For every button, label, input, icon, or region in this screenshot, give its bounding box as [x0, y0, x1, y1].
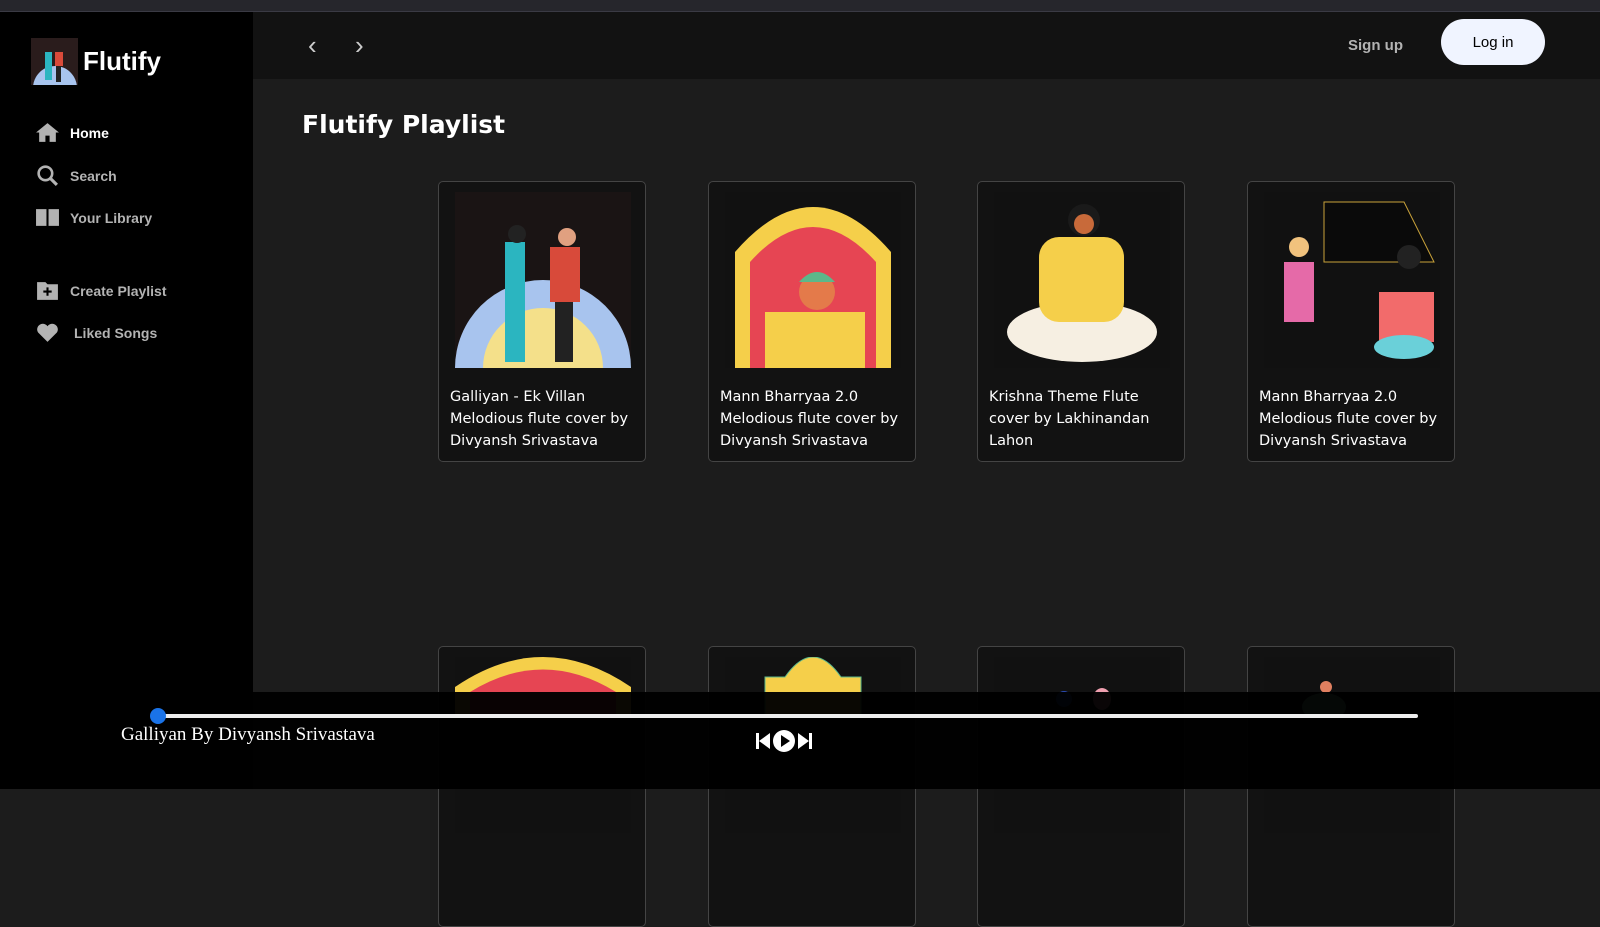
- sidebar-item-home[interactable]: Home: [35, 120, 109, 145]
- cover-art: [994, 192, 1170, 368]
- search-icon: [37, 165, 58, 186]
- card-title: Krishna Theme Flute cover by Lakhinandan…: [989, 389, 1150, 449]
- playlist-card[interactable]: Krishna Theme Flute cover by Lakhinandan…: [977, 181, 1185, 462]
- card-title: Mann Bharryaa 2.0 Melodious flute cover …: [1259, 389, 1438, 449]
- sidebar: Flutify Home Search Your Library Create …: [0, 12, 253, 789]
- playlist-card[interactable]: Mann Bharryaa 2.0 Melodious flute cover …: [708, 181, 916, 462]
- logo[interactable]: Flutify: [31, 38, 161, 85]
- forward-button[interactable]: ›: [355, 30, 364, 61]
- playlist-card[interactable]: Mann Bharryaa 2.0 Melodious flute cover …: [1247, 181, 1455, 462]
- sidebar-item-label: Home: [70, 124, 109, 141]
- playlist-card[interactable]: Galliyan - Ek Villan Melodious flute cov…: [438, 181, 646, 462]
- sidebar-item-label: Your Library: [70, 209, 153, 226]
- create-playlist-icon: [37, 282, 58, 300]
- window-top-strip: [0, 0, 1600, 12]
- sidebar-item-label: Create Playlist: [70, 282, 167, 299]
- home-icon: [36, 123, 59, 142]
- library-icon: [36, 209, 59, 226]
- app-name: Flutify: [83, 46, 161, 76]
- top-header: ‹ › Sign up Log in: [253, 12, 1600, 79]
- play-icon[interactable]: [773, 730, 795, 752]
- card-title: Mann Bharryaa 2.0 Melodious flute cover …: [720, 389, 899, 449]
- sidebar-item-search[interactable]: Search: [35, 163, 117, 188]
- login-button[interactable]: Log in: [1441, 19, 1545, 65]
- next-icon[interactable]: [798, 732, 812, 750]
- sidebar-item-create-playlist[interactable]: Create Playlist: [35, 278, 167, 303]
- heart-icon: [37, 323, 58, 342]
- card-title: Galliyan - Ek Villan Melodious flute cov…: [450, 389, 629, 449]
- sidebar-item-liked-songs[interactable]: Liked Songs: [35, 320, 157, 345]
- previous-icon[interactable]: [756, 732, 770, 750]
- back-button[interactable]: ‹: [308, 30, 317, 61]
- cover-art: [455, 192, 631, 368]
- cover-art: [1264, 192, 1440, 368]
- logo-image: [31, 38, 78, 85]
- page-title: Flutify Playlist: [302, 110, 506, 139]
- sidebar-item-library[interactable]: Your Library: [35, 205, 152, 230]
- sidebar-item-label: Liked Songs: [74, 324, 158, 341]
- sidebar-item-label: Search: [70, 167, 117, 184]
- signup-button[interactable]: Sign up: [1348, 37, 1403, 54]
- cover-art: [725, 192, 901, 368]
- now-playing-title: Galliyan By Divyansh Srivastava: [121, 724, 375, 745]
- progress-slider-thumb[interactable]: [150, 708, 166, 724]
- progress-slider[interactable]: [160, 714, 1418, 718]
- player-bar: Galliyan By Divyansh Srivastava: [0, 692, 1600, 789]
